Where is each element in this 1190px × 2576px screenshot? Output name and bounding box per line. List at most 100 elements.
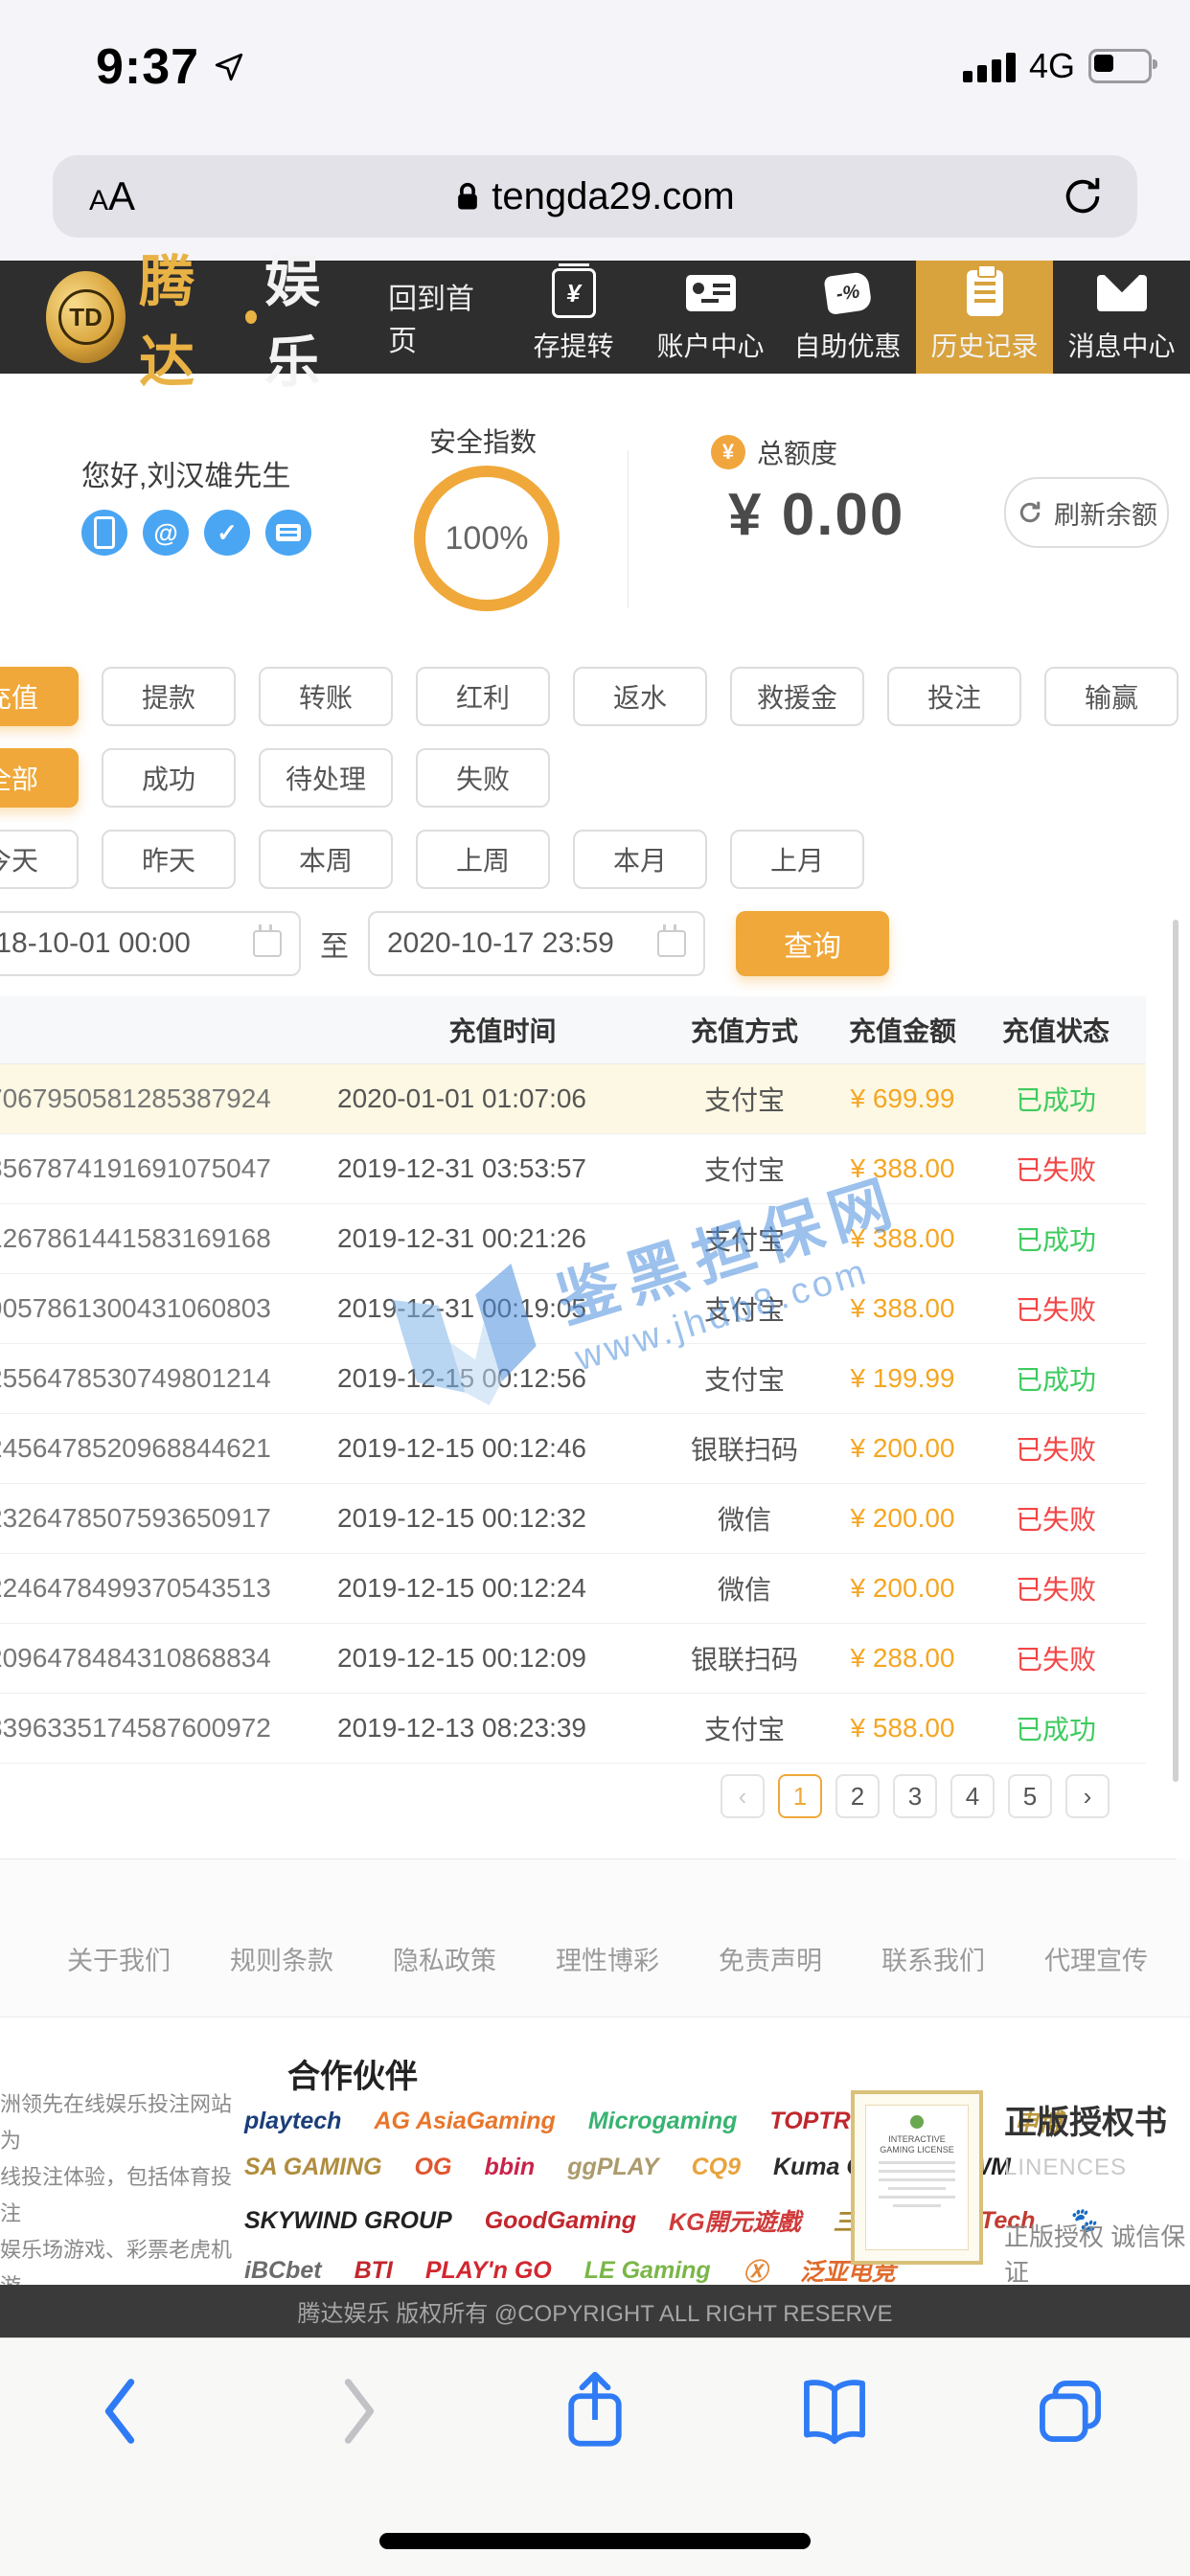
page-button[interactable]: › xyxy=(1065,1774,1110,1818)
signal-strength-icon xyxy=(963,50,1016,82)
quick-date-button[interactable]: 上周 xyxy=(416,830,550,889)
network-type-label: 4G xyxy=(1029,46,1075,86)
cell-order-number: 9057861300431060803 xyxy=(0,1293,337,1324)
cell-recharge-method: 银联扫码 xyxy=(668,1429,821,1468)
nav-item[interactable]: -% 自助优惠 xyxy=(779,261,916,374)
table-row: 1267861441583169168 2019-12-31 00:21:26 … xyxy=(0,1204,1146,1274)
forward-button[interactable] xyxy=(316,2368,402,2454)
site-logo[interactable]: TD 腾达 娱乐 回到首页 xyxy=(46,261,488,374)
page-button[interactable]: 4 xyxy=(950,1774,995,1818)
quick-date-button[interactable]: 上月 xyxy=(730,830,864,889)
cell-recharge-status: 已成功 xyxy=(984,1220,1128,1258)
security-index-label: 安全指数 xyxy=(429,422,537,460)
footer-link[interactable]: 关于我们 xyxy=(67,1940,171,1977)
footer-links: 关于我们 规则条款 隐私政策 理性博彩 免责声明 联系我们 代理宣传 xyxy=(67,1940,1148,1977)
type-filter-button[interactable]: 输赢 xyxy=(1044,667,1179,726)
home-indicator[interactable] xyxy=(379,2533,811,2549)
cell-recharge-status: 已失败 xyxy=(984,1289,1128,1328)
table-row: 2326478507593650917 2019-12-15 00:12:32 … xyxy=(0,1484,1146,1554)
cell-order-number: 2326478507593650917 xyxy=(0,1503,337,1534)
footer-link[interactable]: 代理宣传 xyxy=(1044,1940,1148,1977)
phone-verified-icon[interactable] xyxy=(81,510,127,556)
status-filter-button[interactable]: 成功 xyxy=(102,748,236,808)
status-filter-row: 全部成功待处理失败 xyxy=(0,748,1190,808)
type-filter-row: 充值提款转账红利返水救援金投注输赢 xyxy=(0,667,1190,726)
check-verified-icon[interactable]: ✓ xyxy=(204,510,250,556)
type-filter-button[interactable]: 救援金 xyxy=(730,667,864,726)
footer-link[interactable]: 理性博彩 xyxy=(556,1940,659,1977)
bankcard-verified-icon[interactable] xyxy=(265,510,311,556)
cell-order-number: 2246478499370543513 xyxy=(0,1573,337,1604)
date-to-input[interactable]: 2020-10-17 23:59 xyxy=(368,911,705,976)
verification-icons: @ ✓ xyxy=(81,510,311,556)
quick-date-button[interactable]: 本月 xyxy=(573,830,707,889)
partner-logo: iBCbet xyxy=(244,2257,322,2285)
cell-recharge-amount: ¥ 388.00 xyxy=(821,1293,984,1324)
nav-item[interactable]: 账户中心 xyxy=(642,261,779,374)
type-filter-button[interactable]: 充值 xyxy=(0,667,79,726)
recharge-table: 充值时间 充值方式 充值金额 充值状态 7067950581285387924 … xyxy=(0,996,1146,1764)
nav-item[interactable]: 消息中心 xyxy=(1053,261,1190,374)
refresh-balance-label: 刷新余额 xyxy=(1054,494,1157,532)
text-size-button[interactable]: AA xyxy=(89,173,135,219)
about-line: 线投注体验，包括体育投注 xyxy=(0,2159,240,2232)
footer-link[interactable]: 隐私政策 xyxy=(393,1940,496,1977)
date-from-input[interactable]: 2018-10-01 00:00 xyxy=(0,911,301,976)
table-row: 7067950581285387924 2020-01-01 01:07:06 … xyxy=(0,1064,1146,1134)
type-filter-button[interactable]: 投注 xyxy=(887,667,1021,726)
status-filter-button[interactable]: 全部 xyxy=(0,748,79,808)
quick-date-button[interactable]: 本周 xyxy=(259,830,393,889)
page-button[interactable]: 2 xyxy=(835,1774,880,1818)
footer-link[interactable]: 联系我们 xyxy=(881,1940,985,1977)
footer-link[interactable]: 规则条款 xyxy=(230,1940,333,1977)
partner-logo: ggPLAY xyxy=(567,2154,658,2181)
partner-logo: BTI xyxy=(355,2257,393,2285)
cell-recharge-status: 已失败 xyxy=(984,1639,1128,1677)
type-filter-button[interactable]: 转账 xyxy=(259,667,393,726)
nav-item[interactable]: ¥ 存提转 xyxy=(505,261,642,374)
license-subtitle: LINENCES xyxy=(1004,2154,1190,2181)
nav-label: 自助优惠 xyxy=(793,326,901,364)
footer-link[interactable]: 免责声明 xyxy=(719,1940,822,1977)
reload-button[interactable] xyxy=(1061,174,1105,223)
tabs-button[interactable] xyxy=(1027,2368,1113,2454)
status-filter-button[interactable]: 失败 xyxy=(416,748,550,808)
cell-order-number: 1267861441583169168 xyxy=(0,1223,337,1254)
type-filter-button[interactable]: 红利 xyxy=(416,667,550,726)
back-to-home-link[interactable]: 回到首页 xyxy=(388,275,488,359)
cell-recharge-amount: ¥ 699.99 xyxy=(821,1083,984,1114)
quick-date-button[interactable]: 今天 xyxy=(0,830,79,889)
nav-item[interactable]: 历史记录 xyxy=(916,261,1053,374)
status-filter-button[interactable]: 待处理 xyxy=(259,748,393,808)
cell-recharge-amount: ¥ 200.00 xyxy=(821,1573,984,1604)
nav-icon: -% xyxy=(826,270,870,316)
header-time: 充值时间 xyxy=(337,1011,668,1049)
quick-date-button[interactable]: 昨天 xyxy=(102,830,236,889)
vertical-scrollbar[interactable] xyxy=(1173,920,1179,1782)
refresh-balance-button[interactable]: 刷新余额 xyxy=(1004,477,1169,548)
cell-recharge-method: 微信 xyxy=(668,1499,821,1538)
bookmarks-button[interactable] xyxy=(791,2368,878,2454)
pagination: ‹ 12345 › xyxy=(0,1774,1146,1818)
address-bar[interactable]: AA tengda29.com xyxy=(53,155,1137,238)
date-range-row: 2018-10-01 00:00 至 2020-10-17 23:59 查询 xyxy=(0,911,1190,976)
email-verified-icon[interactable]: @ xyxy=(143,510,189,556)
license-certificate-image: INTERACTIVE GAMING LICENSE xyxy=(851,2090,983,2265)
search-button[interactable]: 查询 xyxy=(736,911,889,976)
type-filter-button[interactable]: 提款 xyxy=(102,667,236,726)
type-filter-button[interactable]: 返水 xyxy=(573,667,707,726)
license-block: 正版授权书 LINENCES 正版授权 诚信保证 xyxy=(1004,2096,1190,2289)
cell-recharge-method: 支付宝 xyxy=(668,1150,821,1188)
page-button[interactable]: 3 xyxy=(893,1774,937,1818)
page-button[interactable]: ‹ xyxy=(721,1774,765,1818)
share-button[interactable] xyxy=(552,2368,638,2454)
cell-recharge-method: 支付宝 xyxy=(668,1289,821,1328)
cell-recharge-amount: ¥ 588.00 xyxy=(821,1713,984,1744)
page-button[interactable]: 5 xyxy=(1008,1774,1052,1818)
header-method: 充值方式 xyxy=(668,1011,821,1049)
cell-order-number: 2456478520968844621 xyxy=(0,1433,337,1464)
status-right-cluster: 4G xyxy=(963,46,1152,86)
page-button[interactable]: 1 xyxy=(778,1774,822,1818)
cell-recharge-time: 2019-12-31 00:21:26 xyxy=(337,1223,668,1254)
back-button[interactable] xyxy=(77,2368,163,2454)
